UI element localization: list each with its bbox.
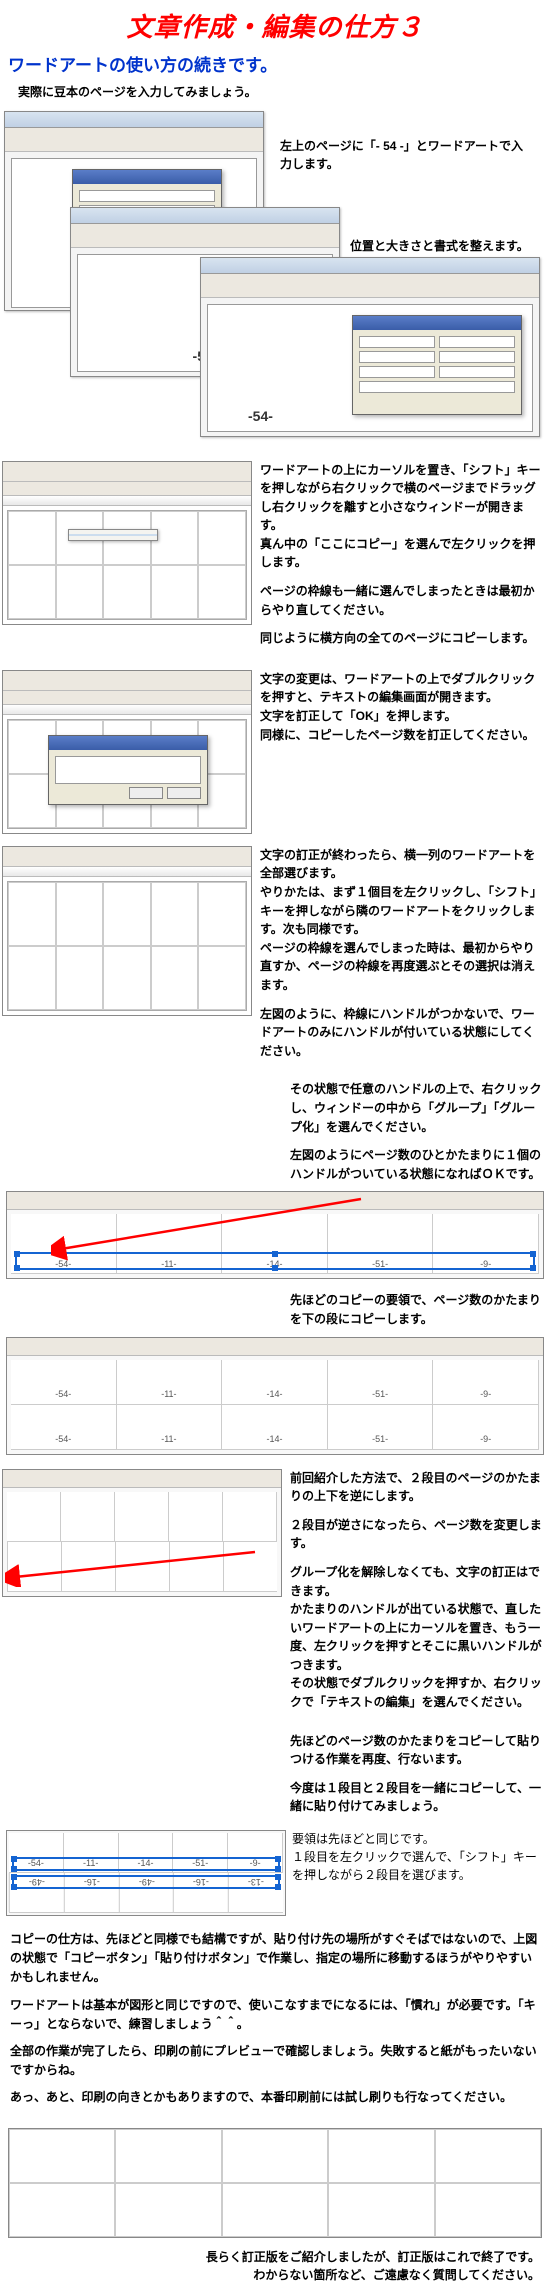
- footer-f2: ワードアートは基本が図形と同じですので、使いこなすまでになるには、「慣れ」が必要…: [10, 1996, 540, 2034]
- cell: -11-: [117, 1214, 223, 1273]
- footer-block: コピーの仕方は、先ほどと同様でも結構ですが、貼り付け先の場所がすぐそばではないの…: [0, 1924, 550, 2122]
- cell: -14-: [222, 1214, 328, 1273]
- sec8-p3: グループ化を解除しなくても、文字の訂正はできます。 かたまりのハンドルが出ている…: [290, 1563, 544, 1712]
- cell: -14-: [222, 1360, 328, 1404]
- sec8-p2: ２段目が逆さになったら、ページ数を変更します。: [290, 1516, 544, 1553]
- wide-panel-flip: [2, 1469, 282, 1597]
- cell: -54-: [9, 1833, 64, 1872]
- cell: -54-: [11, 1405, 117, 1449]
- app-window-3: -54-: [200, 257, 540, 437]
- sec3-p2: ページの枠線も一緒に選んでしまったときは最初からやり直してください。: [260, 582, 544, 619]
- cell: -9-: [228, 1833, 283, 1872]
- cell: -9-: [433, 1214, 539, 1273]
- cell: -49-: [119, 1873, 174, 1912]
- section-copy: ワードアートの上にカーソルを置き、「シフト」キーを押しながら右クリックで横のペー…: [0, 455, 550, 664]
- sec5-p2: 左図のように、枠線にハンドルがつかないで、ワードアートのみにハンドルが付いている…: [260, 1005, 544, 1061]
- cell: -51-: [328, 1360, 434, 1404]
- sec9-p2: 今度は１段目と２段目を一緒にコピーして、一緒に貼り付けてみましょう。: [290, 1779, 544, 1816]
- cell: -11-: [64, 1833, 119, 1872]
- sec3-p3: 同じように横方向の全てのページにコピーします。: [260, 629, 544, 648]
- sec3-p1: ワードアートの上にカーソルを置き、「シフト」キーを押しながら右クリックで横のペー…: [260, 461, 544, 573]
- cell: -9-: [433, 1360, 539, 1404]
- section-group: その状態で任意のハンドルの上で、右クリックし、ウィンドーの中から「グループ」「グ…: [0, 1076, 550, 1279]
- sec5-p1: 文字の訂正が終わったら、横一列のワードアートを全部選びます。 やりかたは、まず１…: [260, 846, 544, 995]
- sec9-p3: 要領は先ほどと同じです。 １段目を左クリックで選んで、「シフト」キーを押しながら…: [292, 1830, 544, 1884]
- cell: -51-: [173, 1833, 228, 1872]
- footer-f1: コピーの仕方は、先ほどと同様でも結構ですが、貼り付け先の場所がすぐそばではないの…: [10, 1930, 540, 1988]
- cell: -11-: [117, 1360, 223, 1404]
- subtitle: ワードアートの使い方の続きです。: [0, 51, 550, 81]
- context-menu[interactable]: [68, 529, 158, 541]
- section-copy-down: 先ほどのコピーの要領で、ページ数のかたまりを下の段にコピーします。 -54- -…: [0, 1287, 550, 1454]
- section-edit-text: 文字の変更は、ワードアートの上でダブルクリックを押すと、テキストの編集画面が開き…: [0, 664, 550, 840]
- doc-panel-select: [2, 846, 252, 1016]
- doc-panel-edit: [2, 670, 252, 834]
- wide-panel-copy-down: -54- -11- -14- -51- -9- -54- -11- -14- -…: [6, 1337, 544, 1455]
- page-title: 文章作成・編集の仕方３: [0, 0, 550, 51]
- text-edit-dialog: [48, 735, 208, 805]
- cell: -11-: [117, 1405, 223, 1449]
- wide-panel-select-both: -54- -11- -14- -51- -9- -49- -16- -49- -…: [6, 1830, 286, 1916]
- sec9-p1: 先ほどのページ数のかたまりをコピーして貼りつける作業を再度、行ないます。: [290, 1732, 544, 1769]
- doc-panel-copy: [2, 461, 252, 625]
- section-overlapping-windows: -54- -54- 左上のページに「- 54 -」: [0, 107, 550, 447]
- caption-2: 位置と大きさと書式を整えます。: [350, 237, 540, 255]
- sec8-p1: 前回紹介した方法で、２段目のページのかたまりの上下を逆にします。: [290, 1469, 544, 1506]
- cell: -49-: [9, 1873, 64, 1912]
- sec6-p1: その状態で任意のハンドルの上で、右クリックし、ウィンドーの中から「グループ」「グ…: [290, 1080, 544, 1136]
- cell: -13-: [228, 1873, 283, 1912]
- cell: -16-: [173, 1873, 228, 1912]
- cell: -16-: [64, 1873, 119, 1912]
- sec7-p1: 先ほどのコピーの要領で、ページ数のかたまりを下の段にコピーします。: [290, 1291, 544, 1328]
- section-flip: 前回紹介した方法で、２段目のページのかたまりの上下を逆にします。 ２段目が逆さに…: [0, 1463, 550, 1728]
- cell: -54-: [11, 1360, 117, 1404]
- sec6-p2: 左図のようにページ数のひとかたまりに１個のハンドルがついている状態になればＯＫで…: [290, 1146, 544, 1183]
- cell: -14-: [222, 1405, 328, 1449]
- format-dialog: [352, 315, 522, 415]
- page-number-label: -54-: [248, 406, 273, 427]
- footer-f3: 全部の作業が完了したら、印刷の前にプレビューで確認しましょう。失敗すると紙がもっ…: [10, 2042, 540, 2080]
- footer-f4: あっ、あと、印刷の向きとかもありますので、本番印刷前には試し刷りも行なってくださ…: [10, 2088, 540, 2107]
- wide-panel-group: -54- -11- -14- -51- -9-: [6, 1191, 544, 1279]
- cell: -54-: [11, 1214, 117, 1273]
- intro-text: 実際に豆本のページを入力してみましょう。: [0, 81, 550, 107]
- cell: -51-: [328, 1405, 434, 1449]
- section-select-both: 先ほどのページ数のかたまりをコピーして貼りつける作業を再度、行ないます。 今度は…: [0, 1728, 550, 1916]
- section-select-row: 文字の訂正が終わったら、横一列のワードアートを全部選びます。 やりかたは、まず１…: [0, 840, 550, 1077]
- final-screenshot: [8, 2128, 542, 2238]
- cell: -14-: [119, 1833, 174, 1872]
- cell: -9-: [433, 1405, 539, 1449]
- sec4-p1: 文字の変更は、ワードアートの上でダブルクリックを押すと、テキストの編集画面が開き…: [260, 670, 544, 744]
- caption-1: 左上のページに「- 54 -」とワードアートで入力します。: [280, 137, 530, 173]
- final-caption: 長らく訂正版をご紹介しましたが、訂正版はこれで終了です。 わからない箇所など、ご…: [0, 2244, 550, 2295]
- cell: -51-: [328, 1214, 434, 1273]
